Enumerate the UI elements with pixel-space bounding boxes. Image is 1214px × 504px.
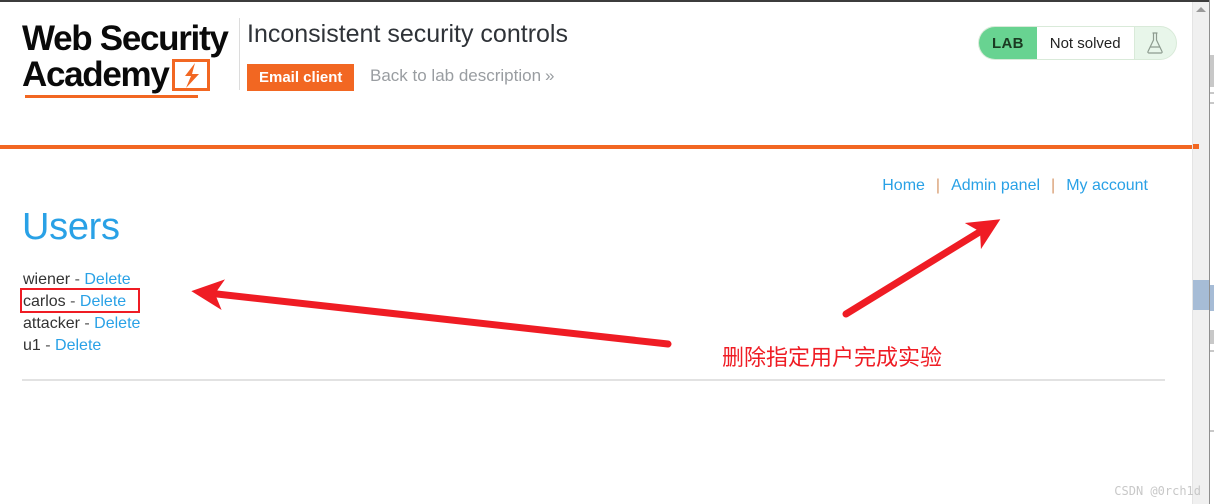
page-viewport: Web Security Academy Inconsistent securi… (0, 2, 1192, 504)
vertical-scrollbar[interactable] (1192, 2, 1210, 504)
double-chevron-right-icon: » (545, 66, 555, 85)
page-title: Users (22, 206, 120, 248)
logo-line-1: Web Security (22, 19, 229, 58)
web-security-academy-logo[interactable]: Web Security Academy (22, 21, 232, 99)
nav-link-admin-panel[interactable]: Admin panel (951, 177, 1040, 194)
watermark: CSDN @0rch1d (1114, 484, 1201, 498)
lab-status-widget[interactable]: LAB Not solved (978, 26, 1177, 60)
back-link-label: Back to lab description (370, 66, 542, 85)
lab-tag-badge: LAB (979, 27, 1037, 59)
user-dash: - (84, 315, 90, 332)
delete-user-link[interactable]: Delete (55, 337, 101, 354)
delete-user-link[interactable]: Delete (84, 271, 130, 288)
scroll-marker (1193, 144, 1199, 149)
delete-user-link[interactable]: Delete (94, 315, 140, 332)
scroll-thumb[interactable] (1193, 280, 1210, 310)
annotation-note: 删除指定用户完成实验 (722, 346, 943, 371)
lab-status-text: Not solved (1036, 27, 1134, 59)
header-vertical-divider (239, 18, 240, 90)
user-name: wiener (23, 271, 71, 288)
content-bottom-rule (22, 379, 1165, 381)
user-name: u1 (23, 337, 41, 354)
user-name: attacker (23, 315, 80, 332)
lab-header: Web Security Academy Inconsistent securi… (0, 4, 1192, 146)
logo-underline (25, 95, 198, 98)
lightning-bolt-icon (172, 59, 210, 91)
highlight-box-carlos (20, 288, 140, 313)
flask-icon (1133, 27, 1176, 59)
top-navigation: Home | Admin panel | My account (882, 177, 1148, 195)
user-dash: - (45, 337, 51, 354)
list-item: attacker - Delete (23, 313, 140, 335)
list-item: u1 - Delete (23, 335, 140, 357)
nav-link-home[interactable]: Home (882, 177, 925, 194)
back-to-lab-description-link[interactable]: Back to lab description» (370, 66, 555, 86)
user-list: wiener - Delete carlos - Delete attacker… (23, 269, 140, 357)
header-orange-divider (0, 145, 1192, 149)
chevron-up-icon[interactable] (1196, 7, 1206, 12)
nav-link-my-account[interactable]: My account (1066, 177, 1148, 194)
email-client-button[interactable]: Email client (247, 64, 355, 91)
nav-separator-1: | (935, 177, 941, 194)
lab-title: Inconsistent security controls (247, 20, 568, 48)
screenshot-root: Web Security Academy Inconsistent securi… (0, 0, 1214, 504)
user-dash: - (74, 271, 80, 288)
browser-right-edge (1209, 0, 1214, 504)
nav-separator-2: | (1051, 177, 1056, 194)
